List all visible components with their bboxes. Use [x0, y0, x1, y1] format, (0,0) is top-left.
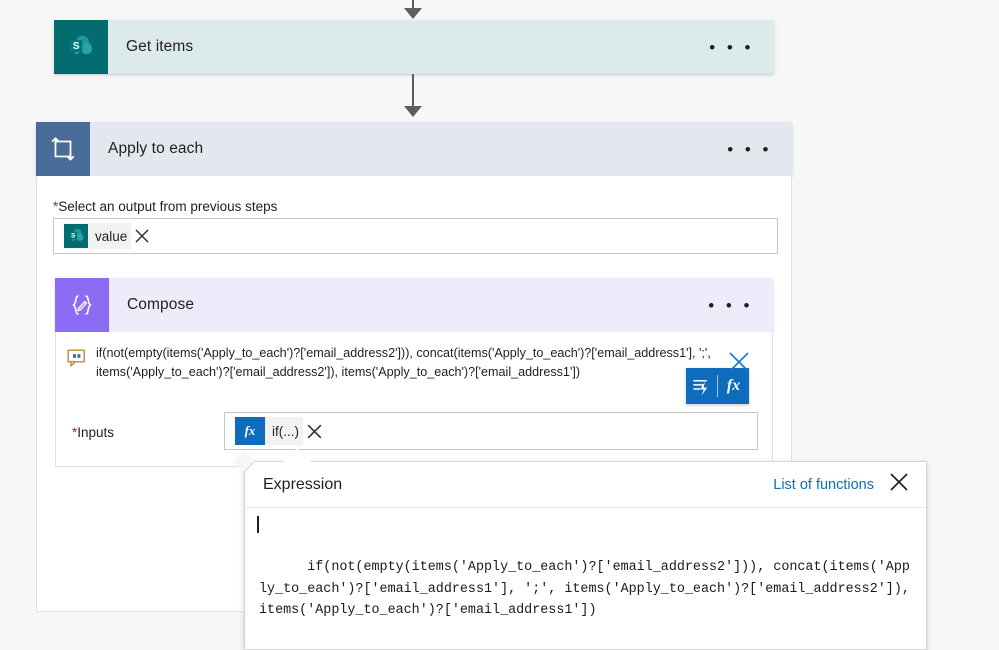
action-menu-apply-to-each[interactable]: • • • — [707, 141, 792, 158]
compose-braces-icon — [55, 278, 109, 332]
action-title-get-items: Get items — [126, 38, 194, 55]
sharepoint-icon: S — [54, 20, 108, 74]
svg-text:S: S — [73, 41, 80, 52]
expression-panel-header: Expression List of functions — [245, 462, 926, 508]
expression-panel-title: Expression — [263, 475, 343, 493]
action-menu-get-items[interactable]: • • • — [689, 39, 774, 56]
action-card-apply-to-each[interactable]: Apply to each • • • — [36, 122, 792, 176]
dynamic-content-icon[interactable] — [686, 368, 717, 404]
inputs-field[interactable]: fx if(...) — [224, 412, 758, 450]
action-title-apply-to-each: Apply to each — [108, 140, 204, 157]
action-title-compose: Compose — [127, 296, 195, 313]
list-of-functions-link[interactable]: List of functions — [773, 477, 874, 493]
remove-value-token-icon[interactable] — [133, 227, 151, 245]
connector-arrow-middle — [404, 106, 422, 117]
expression-token[interactable]: fx if(...) — [235, 417, 303, 445]
expression-token-label: if(...) — [272, 423, 299, 439]
expression-input-value: if(not(empty(items('Apply_to_each')?['em… — [259, 560, 918, 618]
value-token[interactable]: S value — [64, 223, 132, 249]
expression-panel-pointer — [283, 448, 311, 462]
value-token-label: value — [95, 228, 128, 244]
inputs-label-row: *Inputs — [72, 424, 114, 442]
connector-arrow-top — [404, 8, 422, 19]
expression-panel: Expression List of functions if(not(empt… — [232, 449, 927, 650]
expression-input[interactable]: if(not(empty(items('Apply_to_each')?['em… — [245, 508, 926, 643]
action-menu-compose[interactable]: • • • — [688, 297, 773, 314]
compose-body: if(not(empty(items('Apply_to_each')?['em… — [55, 332, 773, 467]
action-card-get-items[interactable]: S Get items • • • — [54, 20, 774, 74]
connector-line-middle — [412, 74, 414, 108]
flow-designer-canvas: S Get items • • • Apply to each • • • *S… — [0, 0, 999, 650]
svg-text:S: S — [71, 233, 75, 240]
fx-icon: fx — [235, 417, 265, 445]
close-dynamic-content-icon[interactable] — [727, 350, 751, 379]
select-output-label-row: *Select an output from previous steps — [53, 198, 277, 216]
select-output-label: Select an output from previous steps — [58, 199, 278, 214]
select-output-field[interactable]: S value — [53, 218, 778, 254]
remove-expression-token-icon[interactable] — [305, 422, 324, 441]
text-caret — [257, 516, 259, 533]
repeat-loop-icon — [36, 122, 90, 176]
comment-bubble-icon — [66, 348, 88, 373]
inputs-label: Inputs — [77, 425, 115, 440]
close-expression-panel-icon[interactable] — [888, 471, 910, 498]
sharepoint-icon: S — [64, 224, 88, 248]
compose-expression-tooltip: if(not(empty(items('Apply_to_each')?['em… — [96, 346, 715, 379]
action-card-compose[interactable]: Compose • • • — [55, 278, 773, 332]
